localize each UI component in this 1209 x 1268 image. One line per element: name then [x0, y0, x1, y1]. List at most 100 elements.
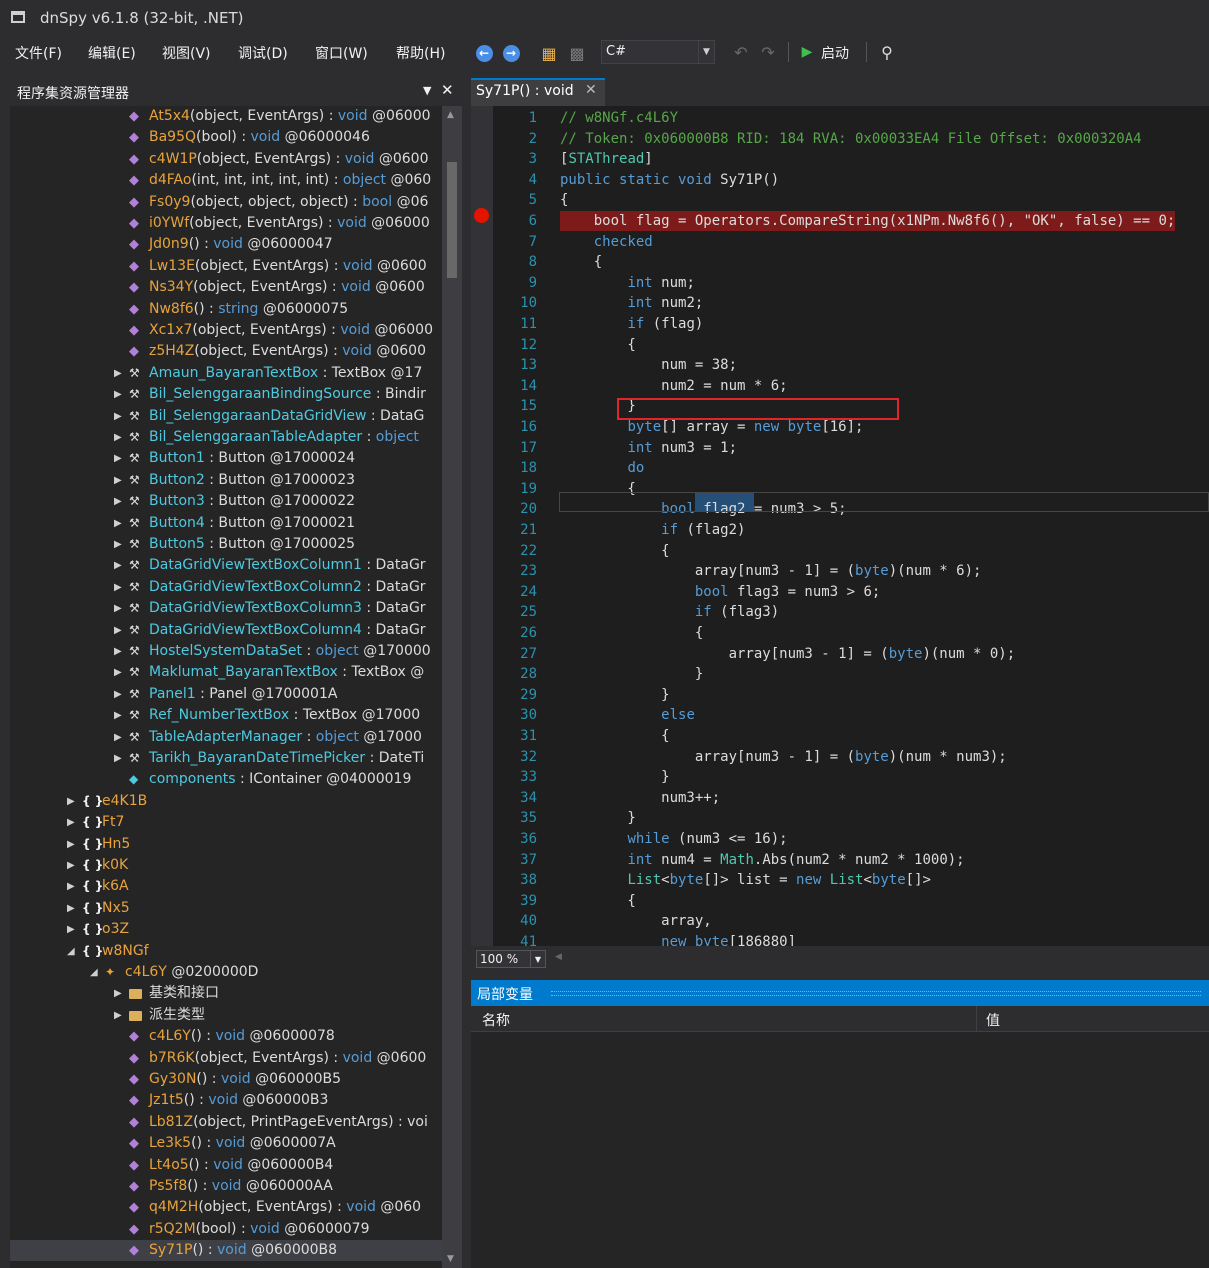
- menu-help[interactable]: 帮助(H): [396, 43, 445, 63]
- tree-row[interactable]: Ps5f8() : void @060000AA: [10, 1176, 442, 1197]
- expand-arrow-icon[interactable]: ▶: [114, 534, 124, 555]
- code-line[interactable]: 26 {: [471, 623, 1209, 643]
- expand-arrow-icon[interactable]: ▶: [67, 812, 77, 833]
- tree-row[interactable]: ▶ ⚒ DataGridViewTextBoxColumn2 : DataGr: [10, 577, 442, 598]
- tree-row[interactable]: ▶ ⚒ HostelSystemDataSet : object @170000: [10, 641, 442, 662]
- tree-row[interactable]: Jd0n9() : void @06000047: [10, 234, 442, 255]
- expand-arrow-icon[interactable]: ▶: [114, 662, 124, 683]
- tree-row[interactable]: i0YWf(object, EventArgs) : void @06000: [10, 213, 442, 234]
- zoom-select[interactable]: 100 % ▼: [476, 950, 546, 968]
- tree-row[interactable]: components : IContainer @04000019: [10, 769, 442, 790]
- save-all-button[interactable]: ▩: [566, 42, 588, 64]
- expand-arrow-icon[interactable]: ▶: [67, 855, 77, 876]
- code-line[interactable]: 13 num = 38;: [471, 355, 1209, 375]
- open-button[interactable]: ▦: [538, 42, 560, 64]
- expand-arrow-icon[interactable]: ▶: [114, 641, 124, 662]
- code-line[interactable]: 40 array,: [471, 911, 1209, 931]
- menu-edit[interactable]: 编辑(E): [88, 43, 136, 63]
- tree-row[interactable]: ▶ ⚒ Panel1 : Panel @1700001A: [10, 684, 442, 705]
- navigate-forward-button[interactable]: →: [500, 42, 522, 64]
- tree-row[interactable]: ▶ ⚒ Button3 : Button @17000022: [10, 491, 442, 512]
- tree-row[interactable]: ▶ { } Hn5: [10, 834, 442, 855]
- tree-row[interactable]: ▶ ⚒ Tarikh_BayaranDateTimePicker : DateTi: [10, 748, 442, 769]
- tree-row[interactable]: q4M2H(object, EventArgs) : void @060: [10, 1197, 442, 1218]
- search-button[interactable]: ⚲: [876, 41, 898, 63]
- tree-row[interactable]: Xc1x7(object, EventArgs) : void @06000: [10, 320, 442, 341]
- code-line[interactable]: 24 bool flag3 = num3 > 6;: [471, 582, 1209, 602]
- tree-row[interactable]: b7R6K(object, EventArgs) : void @0600: [10, 1048, 442, 1069]
- code-line[interactable]: 21 if (flag2): [471, 520, 1209, 540]
- tree-row[interactable]: Sy71P() : void @060000B8: [10, 1240, 442, 1262]
- expand-arrow-icon[interactable]: ▶: [114, 705, 124, 726]
- tree-row[interactable]: ▶ { } e4K1B: [10, 791, 442, 812]
- scroll-left-icon[interactable]: ◀: [555, 952, 562, 962]
- tree-row[interactable]: ▶ ⚒ DataGridViewTextBoxColumn1 : DataGr: [10, 555, 442, 576]
- tree-row[interactable]: ▶ ⚒ TableAdapterManager : object @17000: [10, 727, 442, 748]
- code-line[interactable]: 22 {: [471, 541, 1209, 561]
- collapse-arrow-icon[interactable]: ◢: [67, 941, 77, 962]
- code-line[interactable]: 28 }: [471, 664, 1209, 684]
- code-line[interactable]: 5{: [471, 190, 1209, 210]
- code-line[interactable]: 30 else: [471, 705, 1209, 725]
- tree-row[interactable]: Jz1t5() : void @060000B3: [10, 1090, 442, 1111]
- tree-row[interactable]: ▶ ⚒ Amaun_BayaranTextBox : TextBox @17: [10, 363, 442, 384]
- code-line[interactable]: 41 new byte[186880]: [471, 932, 1209, 946]
- expand-arrow-icon[interactable]: ▶: [114, 748, 124, 769]
- tree-row[interactable]: ▶ ⚒ Maklumat_BayaranTextBox : TextBox @: [10, 662, 442, 683]
- code-line[interactable]: 12 {: [471, 335, 1209, 355]
- start-label[interactable]: 启动: [821, 43, 849, 63]
- tree-row[interactable]: ▶ 派生类型: [10, 1005, 442, 1026]
- expand-arrow-icon[interactable]: ▶: [114, 555, 124, 576]
- scroll-thumb[interactable]: [447, 162, 457, 278]
- code-line[interactable]: 23 array[num3 - 1] = (byte)(num * 6);: [471, 561, 1209, 581]
- navigate-back-button[interactable]: ←: [473, 42, 495, 64]
- tree-row[interactable]: ▶ ⚒ Button1 : Button @17000024: [10, 448, 442, 469]
- expand-arrow-icon[interactable]: ▶: [114, 427, 124, 448]
- code-line[interactable]: 33 }: [471, 767, 1209, 787]
- tree-row[interactable]: r5Q2M(bool) : void @06000079: [10, 1219, 442, 1240]
- code-line[interactable]: 4 public static void Sy71P(): [471, 170, 1209, 190]
- expand-arrow-icon[interactable]: ▶: [114, 491, 124, 512]
- code-line[interactable]: 36 while (num3 <= 16);: [471, 829, 1209, 849]
- tree-row[interactable]: ▶ 基类和接口: [10, 983, 442, 1004]
- tree-row[interactable]: z5H4Z(object, EventArgs) : void @0600: [10, 341, 442, 362]
- expand-arrow-icon[interactable]: ▶: [114, 983, 124, 1004]
- code-line[interactable]: 18 do: [471, 458, 1209, 478]
- tree-row[interactable]: c4W1P(object, EventArgs) : void @0600: [10, 149, 442, 170]
- expand-arrow-icon[interactable]: ▶: [114, 727, 124, 748]
- code-line[interactable]: 16 byte[] array = new byte[16];: [471, 417, 1209, 437]
- tree-row[interactable]: Le3k5() : void @0600007A: [10, 1133, 442, 1154]
- expand-arrow-icon[interactable]: ▶: [114, 470, 124, 491]
- code-line[interactable]: 11 if (flag): [471, 314, 1209, 334]
- menu-view[interactable]: 视图(V): [162, 43, 211, 63]
- expand-arrow-icon[interactable]: ▶: [114, 598, 124, 619]
- code-line[interactable]: 32 array[num3 - 1] = (byte)(num * num3);: [471, 747, 1209, 767]
- tree-row[interactable]: Nw8f6() : string @06000075: [10, 299, 442, 320]
- column-name[interactable]: 名称: [482, 1010, 510, 1030]
- code-line[interactable]: 17 int num3 = 1;: [471, 438, 1209, 458]
- tree-row[interactable]: ▶ ⚒ Button4 : Button @17000021: [10, 513, 442, 534]
- expand-arrow-icon[interactable]: ▶: [114, 363, 124, 384]
- expand-arrow-icon[interactable]: ▶: [114, 448, 124, 469]
- code-line[interactable]: 8 {: [471, 252, 1209, 272]
- expand-arrow-icon[interactable]: ▶: [114, 620, 124, 641]
- tree-row[interactable]: ▶ ⚒ Bil_SelenggaraanTableAdapter : object: [10, 427, 442, 448]
- column-value[interactable]: 值: [986, 1010, 1000, 1030]
- tree-row[interactable]: ▶ ⚒ Ref_NumberTextBox : TextBox @17000: [10, 705, 442, 726]
- expand-arrow-icon[interactable]: ▶: [114, 684, 124, 705]
- code-line[interactable]: 9 int num;: [471, 273, 1209, 293]
- tree-row[interactable]: Lw13E(object, EventArgs) : void @0600: [10, 256, 442, 277]
- column-divider[interactable]: [976, 1006, 977, 1032]
- expand-arrow-icon[interactable]: ▶: [67, 791, 77, 812]
- expand-arrow-icon[interactable]: ▶: [67, 834, 77, 855]
- tree-row[interactable]: Lt4o5() : void @060000B4: [10, 1155, 442, 1176]
- code-line[interactable]: 27 array[num3 - 1] = (byte)(num * 0);: [471, 644, 1209, 664]
- code-line[interactable]: 2 // Token: 0x060000B8 RID: 184 RVA: 0x00…: [471, 129, 1209, 149]
- tree-row[interactable]: ▶ ⚒ Bil_SelenggaraanBindingSource : Bindir: [10, 384, 442, 405]
- tree-row[interactable]: ◢ { } w8NGf: [10, 941, 442, 962]
- tree-row[interactable]: c4L6Y() : void @06000078: [10, 1026, 442, 1047]
- tree-row[interactable]: Fs0y9(object, object, object) : bool @06: [10, 192, 442, 213]
- expand-arrow-icon[interactable]: ▶: [114, 384, 124, 405]
- tree-row[interactable]: Gy30N() : void @060000B5: [10, 1069, 442, 1090]
- undo-button[interactable]: ↶: [730, 41, 752, 63]
